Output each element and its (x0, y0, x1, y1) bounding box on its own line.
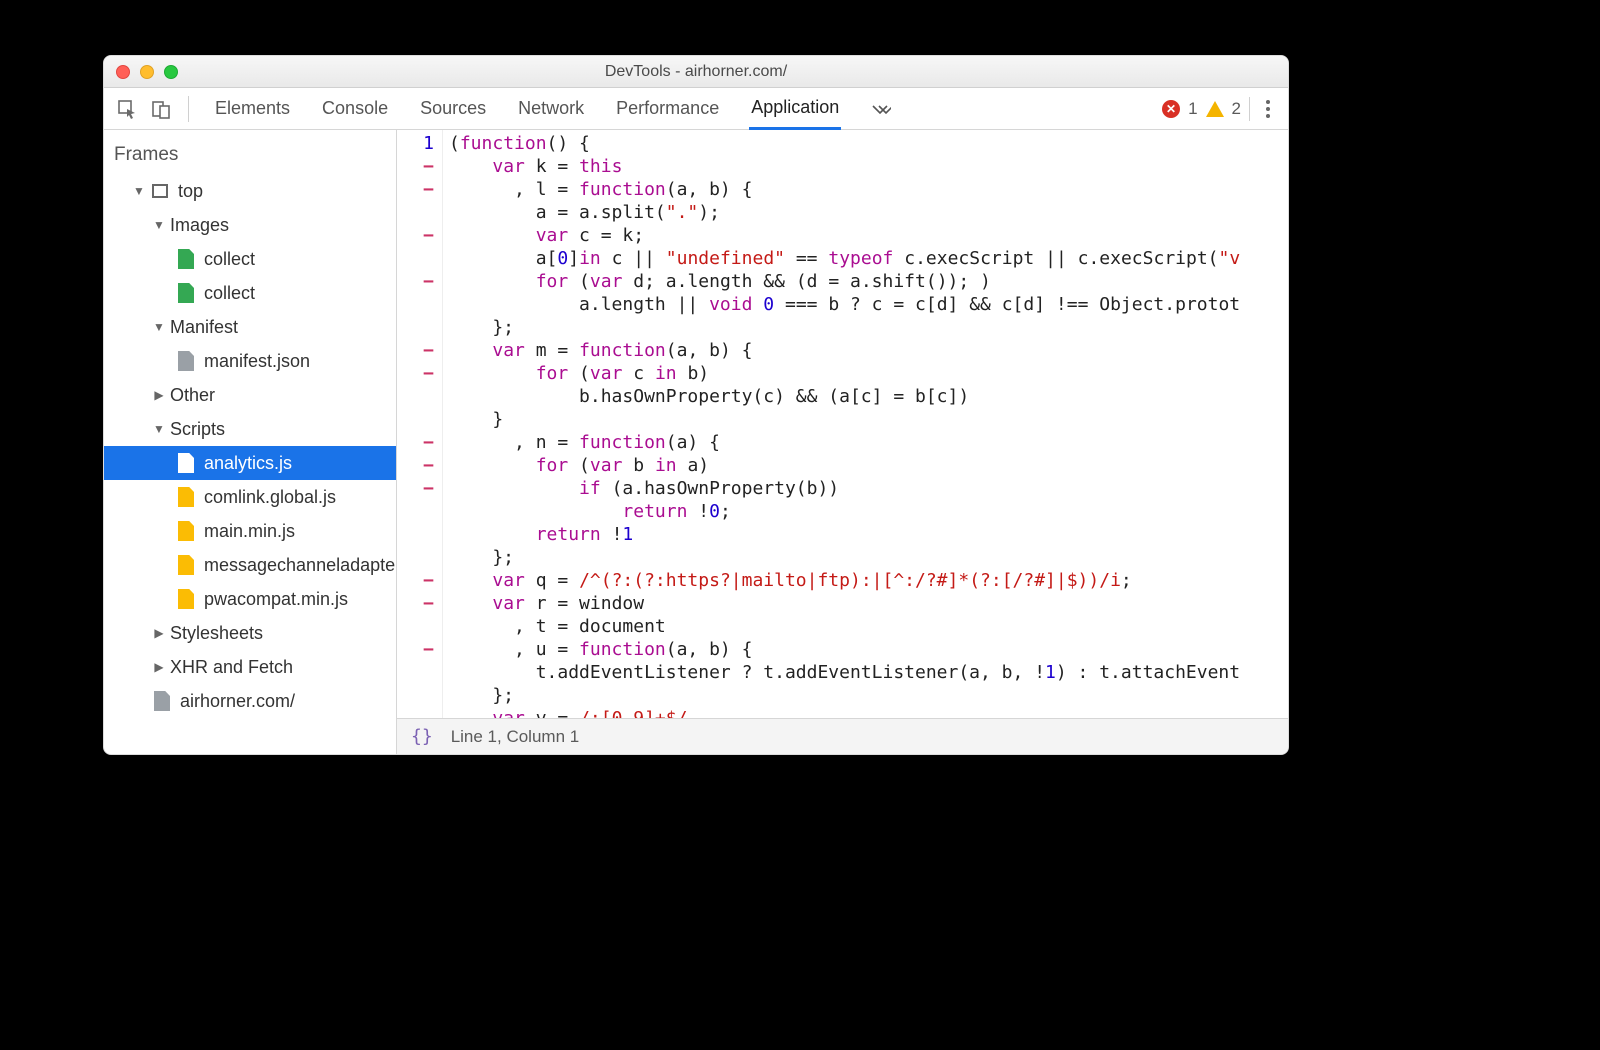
tree-label: analytics.js (204, 453, 292, 474)
fold-marker[interactable]: − (397, 178, 434, 201)
tree-label: Stylesheets (170, 623, 263, 644)
editor-statusbar: {} Line 1, Column 1 (397, 718, 1288, 754)
devtools-tabbar: Elements Console Sources Network Perform… (104, 88, 1288, 130)
tab-sources[interactable]: Sources (418, 89, 488, 128)
tree-group-stylesheets[interactable]: ▶ Stylesheets (104, 616, 396, 650)
window-title: DevTools - airhorner.com/ (104, 63, 1288, 81)
fold-marker[interactable]: − (397, 477, 434, 500)
settings-menu-icon[interactable] (1258, 100, 1278, 118)
fold-marker[interactable]: − (397, 339, 434, 362)
script-file-icon (176, 487, 196, 507)
inspect-element-icon[interactable] (114, 96, 140, 122)
tree-label: messagechanneladapter.global.js (204, 555, 396, 576)
chevron-right-icon: ▶ (152, 388, 166, 402)
frames-tree: ▼ top ▼ Images collect collect ▼ Manifes… (104, 174, 396, 718)
fold-marker[interactable]: − (397, 362, 434, 385)
chevron-right-icon: ▶ (152, 660, 166, 674)
error-count: 1 (1188, 99, 1197, 119)
more-tabs-icon[interactable] (869, 98, 891, 120)
tree-group-other[interactable]: ▶ Other (104, 378, 396, 412)
chevron-down-icon: ▼ (152, 422, 166, 436)
tree-label: Scripts (170, 419, 225, 440)
tree-group-images[interactable]: ▼ Images (104, 208, 396, 242)
separator (188, 96, 189, 122)
tree-label: Images (170, 215, 229, 236)
chevron-down-icon: ▼ (152, 218, 166, 232)
window-controls (104, 65, 178, 79)
code-content[interactable]: (function() { var k = this , l = functio… (443, 130, 1288, 718)
tree-group-scripts[interactable]: ▼ Scripts (104, 412, 396, 446)
tree-file-selected[interactable]: analytics.js (104, 446, 396, 480)
script-file-icon (176, 521, 196, 541)
window-minimize-button[interactable] (140, 65, 154, 79)
fold-marker[interactable]: − (397, 638, 434, 661)
fold-marker[interactable]: − (397, 224, 434, 247)
tree-label: Manifest (170, 317, 238, 338)
tree-label: top (178, 181, 203, 202)
cursor-position: Line 1, Column 1 (451, 727, 580, 747)
chevron-down-icon: ▼ (132, 184, 146, 198)
fold-marker[interactable]: − (397, 592, 434, 615)
chevron-right-icon: ▶ (152, 626, 166, 640)
tree-label: main.min.js (204, 521, 295, 542)
file-icon (176, 351, 196, 371)
tab-console[interactable]: Console (320, 89, 390, 128)
tree-file[interactable]: main.min.js (104, 514, 396, 548)
tree-frame-top[interactable]: ▼ top (104, 174, 396, 208)
fold-marker[interactable]: − (397, 431, 434, 454)
tab-elements[interactable]: Elements (213, 89, 292, 128)
devtools-window: DevTools - airhorner.com/ Elements Conso… (103, 55, 1289, 755)
pretty-print-icon[interactable]: {} (411, 726, 433, 747)
error-icon: ✕ (1162, 100, 1180, 118)
fold-marker[interactable]: − (397, 155, 434, 178)
line-gutter[interactable]: 1 − − − − − − − − (397, 130, 443, 718)
chevron-down-icon: ▼ (152, 320, 166, 334)
warning-icon (1206, 101, 1224, 117)
tree-label: collect (204, 283, 255, 304)
tree-file[interactable]: airhorner.com/ (104, 684, 396, 718)
code-area[interactable]: 1 − − − − − − − − (397, 130, 1288, 718)
tree-label: airhorner.com/ (180, 691, 295, 712)
tab-application[interactable]: Application (749, 88, 841, 130)
script-file-icon (176, 555, 196, 575)
tree-group-xhr[interactable]: ▶ XHR and Fetch (104, 650, 396, 684)
fold-marker[interactable]: − (397, 454, 434, 477)
warning-count: 2 (1232, 99, 1241, 119)
tree-label: manifest.json (204, 351, 310, 372)
tree-label: collect (204, 249, 255, 270)
issue-counters[interactable]: ✕ 1 2 (1162, 99, 1241, 119)
fold-marker[interactable]: − (397, 569, 434, 592)
window-close-button[interactable] (116, 65, 130, 79)
script-file-icon (176, 453, 196, 473)
sidebar-heading: Frames (104, 130, 396, 174)
image-file-icon (176, 249, 196, 269)
tree-file[interactable]: collect (104, 242, 396, 276)
frames-sidebar: Frames ▼ top ▼ Images collect collect ▼ (104, 130, 397, 754)
tree-label: XHR and Fetch (170, 657, 293, 678)
tree-file[interactable]: manifest.json (104, 344, 396, 378)
tree-group-manifest[interactable]: ▼ Manifest (104, 310, 396, 344)
tab-performance[interactable]: Performance (614, 89, 721, 128)
file-icon (152, 691, 172, 711)
source-editor: 1 − − − − − − − − (397, 130, 1288, 754)
device-toolbar-icon[interactable] (148, 96, 174, 122)
separator (1249, 97, 1250, 121)
frame-icon (150, 181, 170, 201)
window-titlebar: DevTools - airhorner.com/ (104, 56, 1288, 88)
line-number: 1 (423, 133, 434, 154)
script-file-icon (176, 589, 196, 609)
tree-label: pwacompat.min.js (204, 589, 348, 610)
window-zoom-button[interactable] (164, 65, 178, 79)
tree-file[interactable]: messagechanneladapter.global.js (104, 548, 396, 582)
tree-file[interactable]: comlink.global.js (104, 480, 396, 514)
tree-file[interactable]: pwacompat.min.js (104, 582, 396, 616)
fold-marker[interactable]: − (397, 270, 434, 293)
tab-network[interactable]: Network (516, 89, 586, 128)
panel-tabs: Elements Console Sources Network Perform… (213, 88, 1150, 130)
tree-label: Other (170, 385, 215, 406)
tree-label: comlink.global.js (204, 487, 336, 508)
image-file-icon (176, 283, 196, 303)
tree-file[interactable]: collect (104, 276, 396, 310)
